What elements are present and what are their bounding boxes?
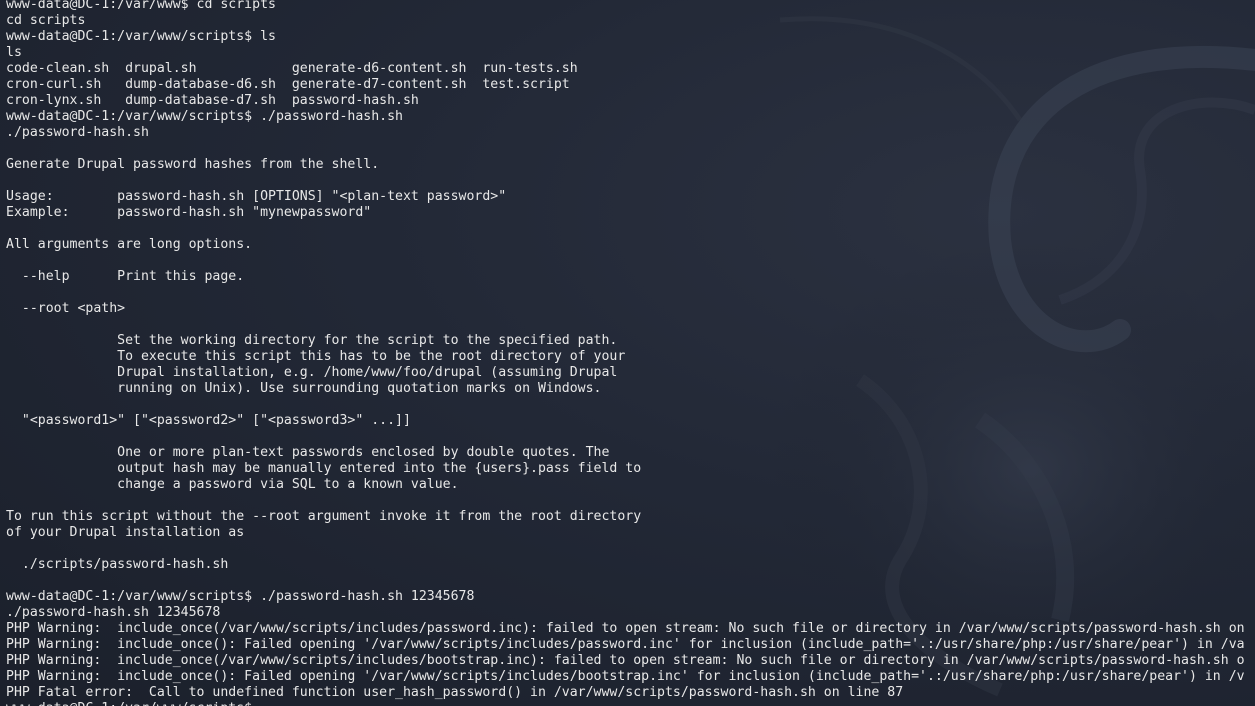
terminal-line: PHP Warning: include_once(/var/www/scrip…	[6, 653, 1245, 668]
terminal-line: ./password-hash.sh 12345678	[6, 605, 221, 620]
terminal-line: PHP Fatal error: Call to undefined funct…	[6, 685, 904, 700]
terminal-window[interactable]: www-data@DC-1:/var/www$ cd scripts cd scr…	[0, 0, 1255, 706]
terminal-line: cron-curl.sh dump-database-d6.sh generat…	[6, 77, 570, 92]
terminal-line: Drupal installation, e.g. /home/www/foo/…	[6, 365, 618, 380]
terminal-line: To execute this script this has to be th…	[6, 349, 626, 364]
terminal-line: www-data@DC-1:/var/www/scripts$	[6, 701, 1245, 706]
terminal-line: Example: password-hash.sh "mynewpassword…	[6, 205, 372, 220]
terminal-line: change a password via SQL to a known val…	[6, 477, 459, 492]
terminal-line: code-clean.sh drupal.sh generate-d6-cont…	[6, 61, 578, 76]
terminal-line: of your Drupal installation as	[6, 525, 245, 540]
terminal-line: output hash may be manually entered into…	[6, 461, 642, 476]
terminal-line: One or more plan-text passwords enclosed…	[6, 445, 610, 460]
terminal-line: PHP Warning: include_once(): Failed open…	[6, 669, 1245, 684]
terminal-line: cron-lynx.sh dump-database-d7.sh passwor…	[6, 93, 419, 108]
terminal-line: cd scripts	[6, 13, 86, 28]
terminal-line: --help Print this page.	[6, 269, 245, 284]
terminal-line: www-data@DC-1:/var/www$ cd scripts	[6, 0, 276, 12]
terminal-output[interactable]: www-data@DC-1:/var/www$ cd scripts cd scr…	[6, 0, 1245, 706]
terminal-line: "<password1>" ["<password2>" ["<password…	[6, 413, 411, 428]
terminal-line: www-data@DC-1:/var/www/scripts$ ./passwo…	[6, 589, 475, 604]
terminal-line: To run this script without the --root ar…	[6, 509, 642, 524]
terminal-line: --root <path>	[6, 301, 126, 316]
terminal-line: PHP Warning: include_once(): Failed open…	[6, 637, 1245, 652]
terminal-line: www-data@DC-1:/var/www/scripts$ ./passwo…	[6, 109, 403, 124]
terminal-line: ./password-hash.sh	[6, 125, 149, 140]
terminal-line: Usage: password-hash.sh [OPTIONS] "<plan…	[6, 189, 507, 204]
terminal-line: www-data@DC-1:/var/www/scripts$ ls	[6, 29, 276, 44]
terminal-line: running on Unix). Use surrounding quotat…	[6, 381, 602, 396]
terminal-line: All arguments are long options.	[6, 237, 253, 252]
terminal-line: Set the working directory for the script…	[6, 333, 618, 348]
terminal-line: Generate Drupal password hashes from the…	[6, 157, 380, 172]
terminal-line: ls	[6, 45, 22, 60]
terminal-line: ./scripts/password-hash.sh	[6, 557, 229, 572]
terminal-line: PHP Warning: include_once(/var/www/scrip…	[6, 621, 1245, 636]
